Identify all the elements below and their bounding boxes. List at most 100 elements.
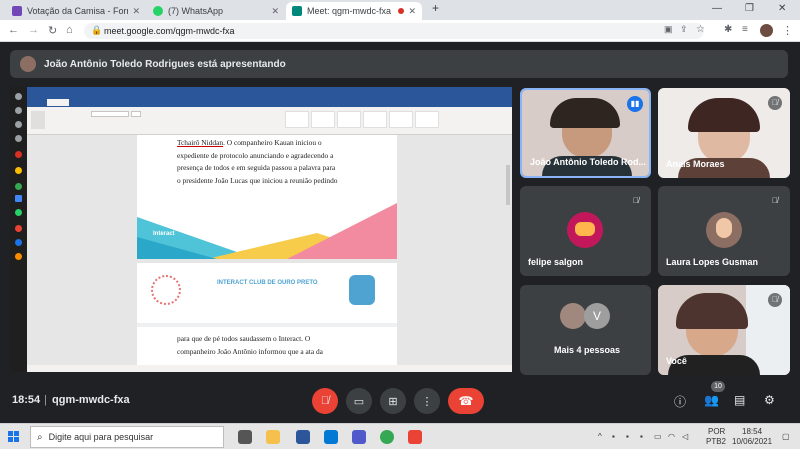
- meet-icon: [292, 6, 302, 16]
- profile-avatar[interactable]: [760, 24, 773, 37]
- taskbar-search-input[interactable]: ⌕ Digite aqui para pesquisar: [30, 426, 224, 448]
- close-tab-icon[interactable]: ✕: [132, 6, 140, 17]
- participant-name: Você: [666, 356, 687, 366]
- participant-tile-felipe[interactable]: 🎙̸ felipe salgon: [520, 186, 651, 276]
- camera-icon[interactable]: ▣: [664, 24, 673, 35]
- participant-avatar: [567, 212, 603, 248]
- meeting-details-icon[interactable]: ⓘ: [674, 393, 686, 410]
- word-icon[interactable]: [296, 430, 310, 444]
- bookmark-star-icon[interactable]: ☆: [696, 24, 705, 35]
- reload-icon[interactable]: ↻: [48, 24, 57, 37]
- people-icon[interactable]: 👥: [704, 393, 719, 407]
- clock-separator: |: [44, 394, 47, 406]
- ribbon-tab-active: [47, 99, 69, 106]
- edge-icon[interactable]: [324, 430, 338, 444]
- home-icon[interactable]: ⌂: [66, 24, 73, 36]
- file-explorer-icon[interactable]: [266, 430, 280, 444]
- more-options-button[interactable]: ⋮: [414, 388, 440, 414]
- close-tab-icon[interactable]: ✕: [271, 6, 279, 17]
- menu-kebab-icon[interactable]: ⋮: [782, 24, 793, 37]
- style-box: [311, 111, 335, 128]
- app-icon[interactable]: [408, 430, 422, 444]
- camera-toggle-button[interactable]: ▭: [346, 388, 372, 414]
- participant-avatar: [560, 303, 586, 329]
- tray-icon[interactable]: ▪: [612, 432, 615, 441]
- taskbar-icon: [15, 225, 22, 232]
- activities-icon[interactable]: ⚙: [764, 393, 775, 407]
- participant-tile-anais[interactable]: 🎙̸ Anaís Moraes: [658, 88, 790, 178]
- underlined-name: Tchairô Niddan: [177, 138, 224, 147]
- participant-tile-more[interactable]: V Mais 4 pessoas: [520, 285, 651, 375]
- mic-off-icon: 🎙̸: [768, 293, 782, 307]
- scrollbar-thumb[interactable]: [506, 165, 510, 205]
- url-text: meet.google.com/qgm-mwdc-fxa: [104, 26, 235, 36]
- tray-chevron-icon[interactable]: ^: [598, 432, 602, 441]
- participant-name: João Antônio Toledo Rod...: [530, 157, 646, 167]
- tab-meet[interactable]: Meet: qgm-mwdc-fxa ✕: [286, 2, 422, 20]
- taskbar-icon: [15, 107, 22, 114]
- word-ribbon: [27, 107, 512, 135]
- participant-tile-joao[interactable]: ▮▮ João Antônio Toledo Rod...: [520, 88, 651, 178]
- tab-whatsapp[interactable]: (7) WhatsApp ✕: [147, 2, 285, 20]
- taskbar-icon: [15, 209, 22, 216]
- participant-name: Anaís Moraes: [666, 159, 725, 169]
- mic-off-icon: 🎙̸: [772, 196, 778, 205]
- paste-icon: [31, 111, 45, 129]
- participant-avatar: [706, 212, 742, 248]
- mic-off-icon: 🎙̸: [768, 96, 782, 110]
- volume-icon[interactable]: ◁: [682, 432, 688, 441]
- meeting-code: qgm-mwdc-fxa: [52, 394, 130, 406]
- taskbar-icon: [15, 167, 22, 174]
- windows-taskbar: ⌕ Digite aqui para pesquisar ^ ▪ ▪ ▪ ▭ ◠…: [0, 423, 800, 449]
- task-view-icon[interactable]: [238, 430, 252, 444]
- interact-logo: Interact: [153, 231, 175, 237]
- reading-list-icon[interactable]: ≡: [742, 24, 748, 35]
- style-box: [285, 111, 309, 128]
- back-icon[interactable]: ←: [8, 24, 19, 36]
- maximize-icon[interactable]: ❐: [745, 3, 754, 14]
- tab-votacao-da-camisa[interactable]: Votação da Camisa - Formulários ✕: [6, 2, 146, 20]
- battery-icon[interactable]: ▭: [654, 432, 662, 441]
- document-area: Tchairô Niddan. O companheiro Kauan inic…: [27, 135, 512, 365]
- tray-icon[interactable]: ▪: [640, 432, 643, 441]
- close-tab-icon[interactable]: ✕: [408, 6, 416, 17]
- windows-start-icon[interactable]: [8, 431, 19, 442]
- forward-icon[interactable]: →: [28, 24, 39, 36]
- chrome-icon[interactable]: [380, 430, 394, 444]
- mic-toggle-button[interactable]: 🎙̸: [312, 388, 338, 414]
- speaking-indicator-icon: ▮▮: [627, 96, 643, 112]
- document-page: INTERACT CLUB DE OURO PRETO para que de …: [137, 263, 397, 365]
- club-logo: [151, 275, 181, 305]
- minimize-icon[interactable]: —: [712, 3, 722, 14]
- participant-tile-self[interactable]: 🎙̸ Você: [658, 285, 790, 375]
- wifi-icon[interactable]: ◠: [668, 432, 675, 441]
- close-window-icon[interactable]: ✕: [778, 3, 786, 14]
- taskbar-icon: [15, 183, 22, 190]
- district-logo: [349, 275, 375, 305]
- forms-icon: [12, 6, 22, 16]
- meeting-clock: 18:54: [12, 394, 41, 406]
- share-icon[interactable]: ⇪: [680, 24, 688, 35]
- windows-sidebar: [10, 87, 27, 372]
- keyboard-layout[interactable]: PTB2: [706, 437, 726, 446]
- tab-title: Votação da Camisa - Formulários: [27, 6, 128, 16]
- new-tab-button[interactable]: +: [432, 1, 439, 15]
- taskbar-icon: [15, 253, 22, 260]
- notifications-icon[interactable]: ▢: [782, 432, 790, 441]
- present-screen-button[interactable]: ⊞: [380, 388, 406, 414]
- document-text: para que de pé todos saudassem o Interac…: [177, 334, 323, 356]
- language-indicator[interactable]: POR: [708, 427, 725, 436]
- system-date[interactable]: 10/06/2021: [732, 437, 772, 446]
- teams-icon[interactable]: [352, 430, 366, 444]
- tray-icon[interactable]: ▪: [626, 432, 629, 441]
- leave-call-button[interactable]: ☎: [448, 388, 484, 414]
- avatar-detail: [575, 222, 595, 236]
- url-field[interactable]: 🔒 meet.google.com/qgm-mwdc-fxa: [84, 23, 704, 39]
- system-time[interactable]: 18:54: [742, 427, 762, 436]
- extensions-icon[interactable]: ✱: [724, 24, 732, 35]
- taskbar-icon: [15, 195, 22, 202]
- search-placeholder: Digite aqui para pesquisar: [48, 432, 154, 442]
- participant-tile-laura[interactable]: 🎙̸ Laura Lopes Gusman: [658, 186, 790, 276]
- chat-icon[interactable]: ▤: [734, 393, 745, 407]
- page-separator: [137, 323, 397, 327]
